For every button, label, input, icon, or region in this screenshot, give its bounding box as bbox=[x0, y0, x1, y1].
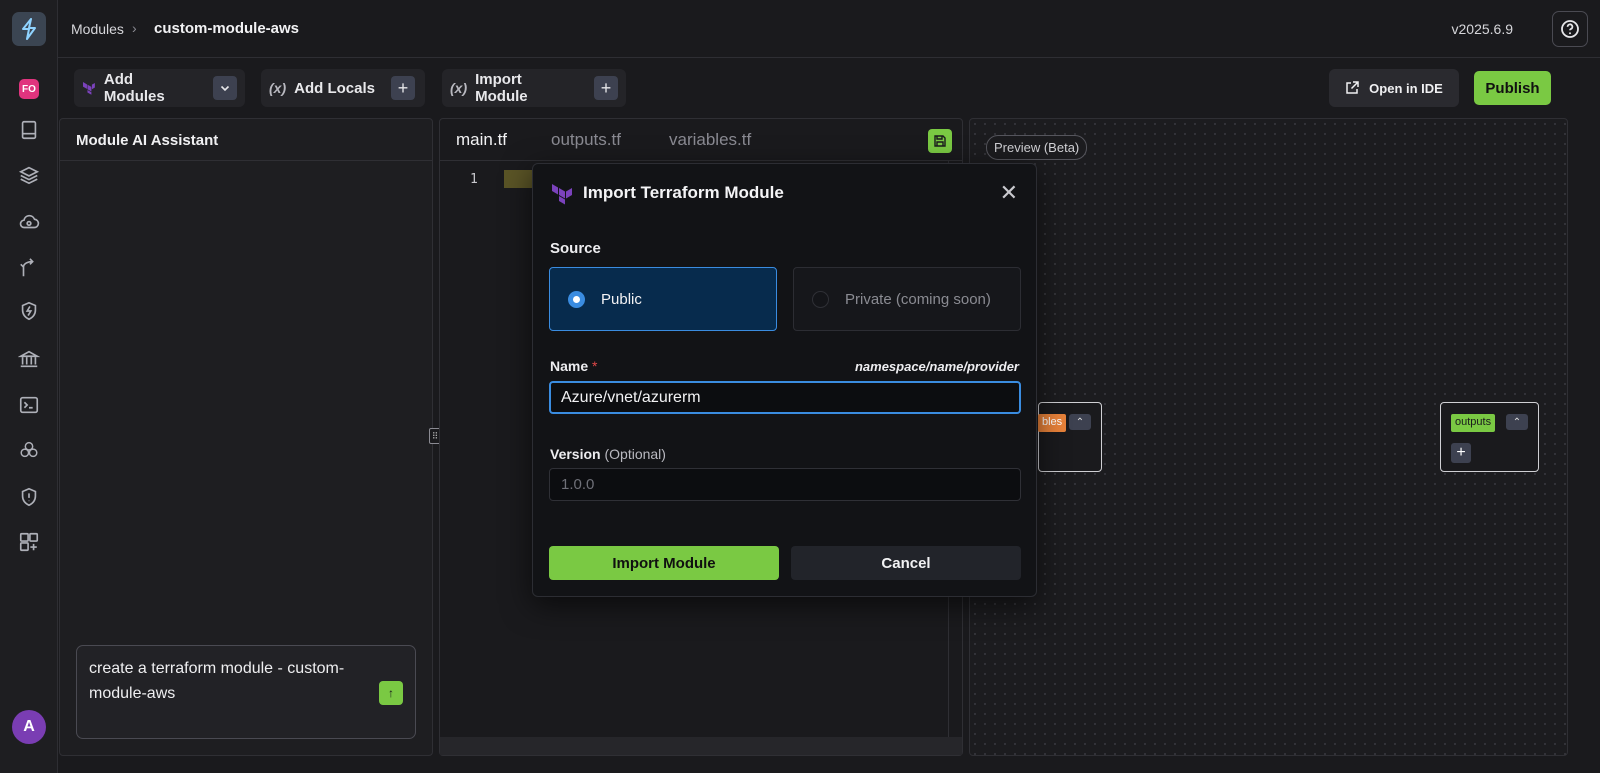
variables-node[interactable]: bles ⌃ bbox=[1038, 402, 1102, 472]
layers-icon[interactable] bbox=[17, 163, 41, 187]
add-modules-group: Add Modules bbox=[74, 69, 245, 107]
outputs-node-tag: outputs bbox=[1451, 414, 1496, 432]
source-private-label: Private (coming soon) bbox=[845, 290, 991, 308]
breadcrumb-modules[interactable]: Modules bbox=[71, 21, 124, 37]
chevron-up-icon[interactable]: ⌃ bbox=[1506, 414, 1528, 430]
chat-input[interactable]: create a terraform module - custom-modul… bbox=[76, 645, 416, 739]
add-locals-label[interactable]: Add Locals bbox=[294, 80, 375, 97]
radio-unselected-icon bbox=[812, 290, 829, 308]
breadcrumb-current: custom-module-aws bbox=[154, 20, 300, 37]
plus-icon: + bbox=[397, 77, 409, 98]
arrow-up-icon: ↑ bbox=[388, 685, 394, 700]
ai-assistant-title: Module AI Assistant bbox=[60, 119, 432, 161]
add-modules-label[interactable]: Add Modules bbox=[104, 71, 197, 105]
import-module-label[interactable]: Import Module bbox=[475, 71, 578, 105]
name-label: Name * bbox=[550, 358, 598, 374]
app-version: v2025.6.9 bbox=[1451, 21, 1514, 37]
cloud-search-icon[interactable] bbox=[17, 210, 41, 234]
save-button[interactable] bbox=[928, 129, 952, 153]
shield-alert-icon[interactable] bbox=[17, 485, 41, 509]
org-badge[interactable]: FO bbox=[19, 79, 39, 99]
add-output-button[interactable]: + bbox=[1451, 443, 1471, 463]
help-button[interactable] bbox=[1552, 11, 1588, 47]
import-module-group: (x) Import Module + bbox=[442, 69, 626, 107]
tab-variables-tf[interactable]: variables.tf bbox=[669, 130, 751, 150]
editor-tabs: main.tf outputs.tf variables.tf bbox=[440, 119, 962, 161]
terraform-logo-icon bbox=[552, 184, 572, 205]
left-rail: FO A bbox=[0, 0, 58, 773]
chevron-up-icon[interactable]: ⌃ bbox=[1069, 414, 1091, 430]
name-format-hint: namespace/name/provider bbox=[854, 359, 1019, 374]
preview-beta-label: Preview (Beta) bbox=[986, 135, 1088, 160]
user-avatar[interactable]: A bbox=[12, 710, 46, 744]
cubes-icon[interactable] bbox=[17, 438, 41, 462]
help-icon bbox=[1561, 20, 1579, 38]
optional-marker: (Optional) bbox=[604, 446, 666, 462]
import-module-button[interactable]: + bbox=[594, 76, 618, 100]
open-in-ide-label: Open in IDE bbox=[1369, 80, 1443, 96]
add-widget-icon[interactable] bbox=[17, 530, 41, 554]
send-button[interactable]: ↑ bbox=[379, 681, 403, 705]
import-module-submit-button[interactable]: Import Module bbox=[549, 546, 779, 580]
close-icon[interactable]: ✕ bbox=[1000, 180, 1018, 206]
source-public-option[interactable]: Public bbox=[549, 267, 777, 331]
plus-icon: + bbox=[1456, 444, 1466, 461]
bank-icon[interactable] bbox=[17, 347, 41, 371]
module-name-input[interactable] bbox=[549, 381, 1021, 414]
variable-icon: (x) bbox=[269, 80, 287, 96]
cancel-button[interactable]: Cancel bbox=[791, 546, 1021, 580]
terraform-icon bbox=[82, 82, 95, 95]
radio-selected-icon[interactable] bbox=[568, 290, 585, 308]
shield-bolt-icon[interactable] bbox=[17, 299, 41, 323]
add-locals-button[interactable]: + bbox=[390, 76, 415, 100]
import-module-dialog: Import Terraform Module ✕ Source Public … bbox=[532, 163, 1037, 597]
module-version-input[interactable] bbox=[549, 468, 1021, 501]
plus-icon: + bbox=[600, 77, 612, 98]
required-marker: * bbox=[592, 358, 598, 374]
app-logo-icon[interactable] bbox=[12, 12, 46, 46]
outputs-node[interactable]: outputs ⌃ + bbox=[1440, 402, 1539, 472]
open-in-ide-button[interactable]: Open in IDE bbox=[1329, 69, 1459, 107]
external-link-icon bbox=[1346, 81, 1359, 94]
branch-icon[interactable] bbox=[17, 256, 41, 280]
source-label: Source bbox=[550, 240, 601, 257]
add-locals-group: (x) Add Locals + bbox=[261, 69, 425, 107]
preview-panel: Preview (Beta) bles ⌃ outputs ⌃ + bbox=[969, 118, 1568, 756]
tab-main-tf[interactable]: main.tf bbox=[456, 130, 507, 150]
dialog-title: Import Terraform Module bbox=[583, 183, 784, 202]
breadcrumb-separator-icon: › bbox=[132, 20, 137, 36]
version-label: Version (Optional) bbox=[550, 446, 666, 462]
line-number: 1 bbox=[470, 172, 478, 187]
chat-input-text[interactable]: create a terraform module - custom-modul… bbox=[89, 656, 369, 706]
chevron-down-icon bbox=[221, 85, 230, 92]
terminal-icon[interactable] bbox=[17, 393, 41, 417]
source-private-option: Private (coming soon) bbox=[793, 267, 1021, 331]
variables-node-tag: bles bbox=[1038, 414, 1067, 432]
variable-icon: (x) bbox=[450, 80, 468, 96]
ai-assistant-panel: Module AI Assistant create a terraform m… bbox=[59, 118, 433, 756]
add-modules-dropdown-button[interactable] bbox=[213, 76, 237, 100]
tab-outputs-tf[interactable]: outputs.tf bbox=[551, 130, 621, 150]
editor-horizontal-scrollbar[interactable] bbox=[440, 737, 962, 755]
publish-button[interactable]: Publish bbox=[1474, 71, 1551, 105]
save-icon bbox=[934, 135, 946, 147]
top-bar: Modules › custom-module-aws v2025.6.9 bbox=[58, 0, 1600, 58]
book-icon[interactable] bbox=[17, 118, 41, 142]
source-public-label: Public bbox=[601, 290, 642, 308]
cursor-line-highlight bbox=[504, 170, 534, 188]
